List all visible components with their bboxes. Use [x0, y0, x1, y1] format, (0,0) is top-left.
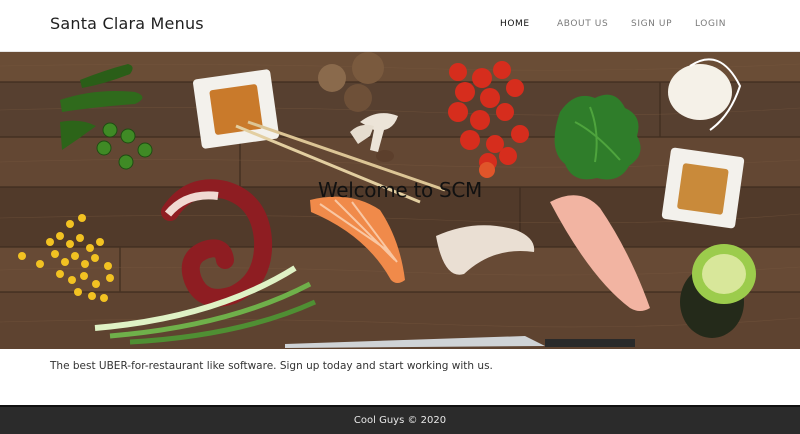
- brand-title[interactable]: Santa Clara Menus: [50, 14, 204, 33]
- nav-login-link[interactable]: LOGIN: [695, 19, 726, 29]
- footer-copyright: Cool Guys © 2020: [353, 415, 447, 426]
- nav-home-link[interactable]: HOME: [500, 19, 530, 29]
- tagline-text: The best UBER-for-restaurant like softwa…: [50, 360, 493, 372]
- navbar: Santa Clara Menus HOME ABOUT US SIGN UP …: [0, 0, 800, 52]
- footer: Cool Guys © 2020: [0, 405, 800, 434]
- hero-banner: Welcome to SCM: [0, 52, 800, 349]
- hero-title: Welcome to SCM: [318, 178, 482, 202]
- nav-sign-up-link[interactable]: SIGN UP: [631, 19, 672, 29]
- nav-about-us-link[interactable]: ABOUT US: [557, 19, 608, 29]
